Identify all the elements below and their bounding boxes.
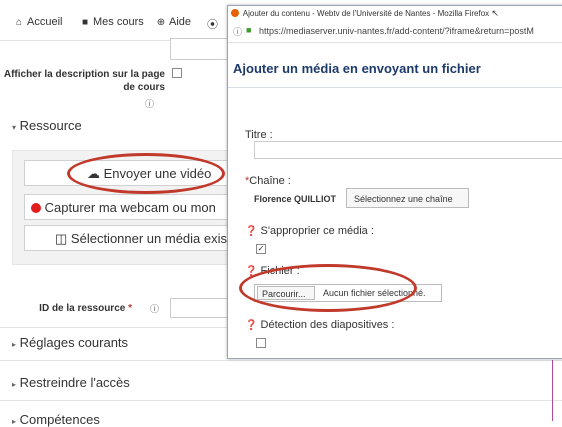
nav-home[interactable]: ⌂ Accueil: [14, 16, 63, 28]
resource-id-input[interactable]: [170, 298, 230, 318]
divider: [0, 400, 562, 401]
required-icon: *: [125, 303, 132, 314]
caret-right-icon: ▸: [12, 380, 17, 389]
resource-id-label: ID de la ressource *: [39, 303, 132, 314]
restrict-access-header[interactable]: ▸ Restreindre l'accès: [12, 375, 130, 390]
show-description-label: Afficher la description sur la page de c…: [3, 69, 165, 93]
help-icon[interactable]: ❓: [245, 226, 257, 237]
popup-content: Ajouter un média en envoyant un fichier …: [228, 43, 562, 358]
general-settings-header[interactable]: ▸ Réglages courants: [12, 335, 128, 350]
upload-popup-window: Ajouter du contenu - Webtv de l'Universi…: [227, 5, 562, 359]
resource-id-help-icon[interactable]: ⓘ: [150, 302, 159, 315]
no-file-text: Aucun fichier sélectionné.: [323, 288, 426, 298]
mouse-cursor-icon: ↖: [491, 8, 499, 18]
lifebuoy-icon: ⊕: [156, 17, 166, 28]
caret-down-icon: ▾: [12, 123, 17, 132]
title-input[interactable]: [254, 141, 562, 159]
nav-help[interactable]: ⊕ Aide: [156, 16, 191, 28]
heading-divider: [228, 87, 562, 88]
popup-url-bar[interactable]: ⓘ ■ https://mediaserver.univ-nantes.fr/a…: [228, 22, 562, 43]
lock-icon: ■: [246, 25, 252, 35]
info-icon[interactable]: ⦿: [207, 16, 218, 32]
divider: [0, 327, 227, 328]
url-text[interactable]: https://mediaserver.univ-nantes.fr/add-c…: [259, 26, 534, 36]
competencies-header[interactable]: ▸ Compétences: [12, 412, 100, 427]
help-icon[interactable]: ❓: [245, 266, 257, 277]
caret-right-icon: ▸: [12, 340, 17, 349]
firefox-icon: [231, 9, 239, 17]
file-label: ❓ Fichier :: [245, 265, 300, 277]
home-icon: ⌂: [15, 17, 23, 28]
caret-right-icon: ▸: [12, 417, 17, 426]
own-media-checkbox[interactable]: ✓: [256, 244, 266, 254]
capture-webcam-button[interactable]: Capturer ma webcam ou mon: [24, 194, 234, 220]
nav-my-courses[interactable]: ■ Mes cours: [80, 16, 144, 28]
upload-video-button[interactable]: ☁ Envoyer une vidéo: [24, 160, 234, 186]
file-input[interactable]: Parcourir... Aucun fichier sélectionné.: [254, 284, 442, 302]
record-icon: [31, 203, 41, 213]
channel-label: *Chaîne :: [245, 175, 291, 187]
briefcase-icon: ■: [81, 17, 89, 28]
own-media-label: ❓ S'approprier ce média :: [245, 225, 374, 237]
popup-heading: Ajouter un média en envoyant un fichier: [233, 61, 481, 76]
help-icon[interactable]: ❓: [245, 320, 257, 331]
slide-detection-label: ❓ Détection des diapositives :: [245, 319, 395, 331]
slide-detection-checkbox[interactable]: [256, 338, 266, 348]
resource-section-header[interactable]: ▾ Ressource: [12, 118, 82, 133]
select-media-button[interactable]: ◫ Sélectionner un média exis: [24, 225, 234, 251]
select-channel-button[interactable]: Sélectionnez une chaîne: [346, 188, 469, 208]
help-icon[interactable]: ⓘ: [145, 97, 154, 110]
divider: [0, 360, 562, 361]
film-icon: ◫: [55, 231, 68, 246]
channel-value: Florence QUILLIOT: [254, 194, 337, 204]
show-description-checkbox[interactable]: [172, 68, 182, 78]
popup-titlebar: Ajouter du contenu - Webtv de l'Universi…: [228, 6, 562, 20]
cloud-upload-icon: ☁: [87, 166, 100, 181]
title-label: Titre :: [245, 129, 273, 141]
right-edge-line: [552, 360, 553, 421]
info-icon[interactable]: ⓘ: [233, 25, 242, 38]
browse-button[interactable]: Parcourir...: [257, 286, 315, 300]
description-field-bottom[interactable]: [170, 38, 230, 60]
